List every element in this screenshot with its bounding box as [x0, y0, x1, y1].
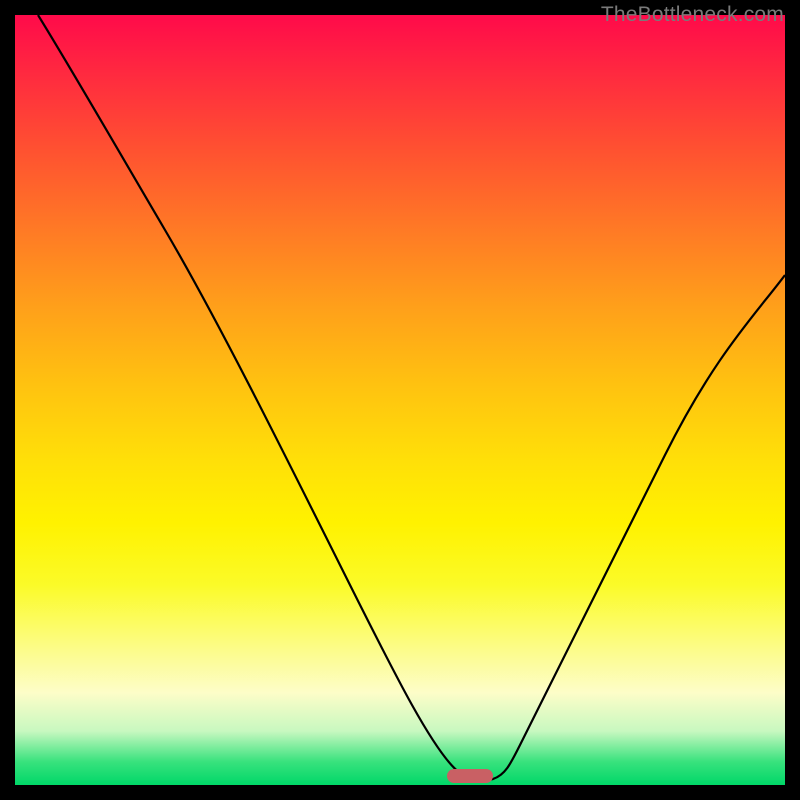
chart-plot-area — [15, 15, 785, 785]
chart-minimum-marker — [447, 769, 493, 783]
chart-main-curve — [38, 15, 785, 780]
watermark-text: TheBottleneck.com — [601, 3, 784, 27]
chart-line-svg — [15, 15, 785, 785]
